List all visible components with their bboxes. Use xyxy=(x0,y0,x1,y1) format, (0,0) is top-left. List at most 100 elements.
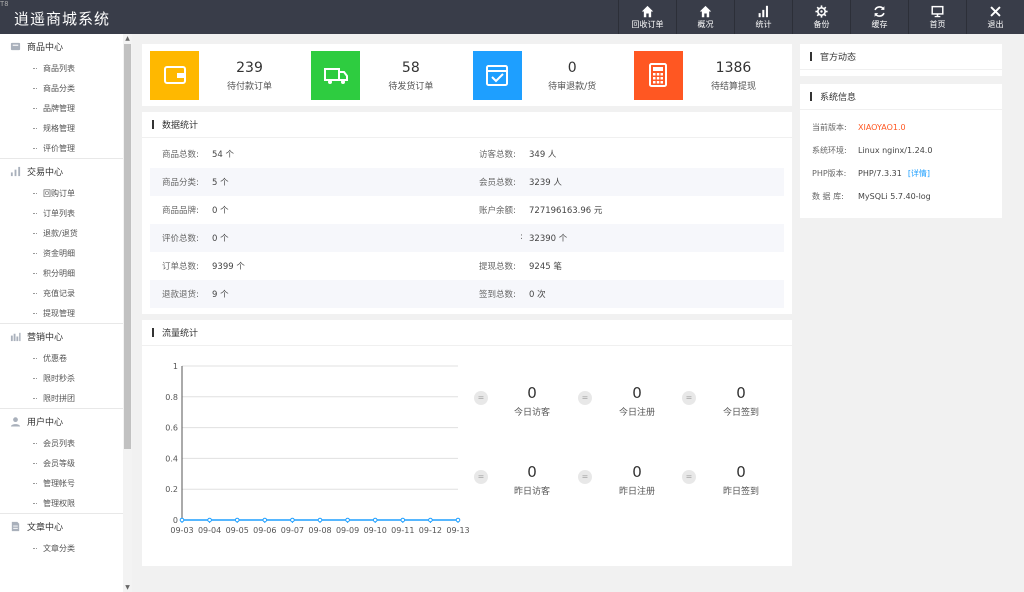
card-icon-box xyxy=(472,50,522,100)
nav-backup-button[interactable]: 备份 xyxy=(792,0,850,34)
x-tick-label: 09-13 xyxy=(446,526,469,535)
x-tick-label: 09-08 xyxy=(308,526,331,535)
x-tick-label: 09-04 xyxy=(198,526,221,535)
main-content: 239 待付款订单 58 待发货订单 0 待审退款/货 1386 待结算提现 数据统计 … xyxy=(142,44,792,566)
card-pending-refund[interactable]: 0 待审退款/货 xyxy=(472,50,623,100)
stats-row: 商品品牌: 0 个 账户余额: 727196163.96 元 xyxy=(162,206,603,216)
nav-homepage-button[interactable]: 首页 xyxy=(908,0,966,34)
sidebar-item[interactable]: 商品分类 xyxy=(0,78,123,98)
sidebar-item[interactable]: 限时秒杀 xyxy=(0,368,123,388)
user-icon xyxy=(10,416,21,427)
card-pending-payment[interactable]: 239 待付款订单 xyxy=(150,50,300,100)
scroll-down-icon[interactable]: ▼ xyxy=(124,584,131,591)
sidebar-item[interactable]: 管理权限 xyxy=(0,493,123,513)
nav-label: 备份 xyxy=(813,20,830,29)
sidebar-item[interactable]: 评价管理 xyxy=(0,138,123,158)
right-column: 官方动态 系统信息 当前版本: XIAOYAO1.0 系统环境: Linux ngi… xyxy=(800,44,1002,226)
x-tick-label: 09-11 xyxy=(391,526,414,535)
y-tick-label: 1 xyxy=(173,362,178,371)
nav-overview-button[interactable]: 概况 xyxy=(676,0,734,34)
nav-recycle-orders-button[interactable]: 回收订单 xyxy=(618,0,676,34)
card-value: 239 xyxy=(236,59,263,76)
summary-cards: 239 待付款订单 58 待发货订单 0 待审退款/货 1386 待结算提现 xyxy=(142,44,792,106)
scrollbar-thumb[interactable] xyxy=(124,44,131,449)
sidebar-item[interactable]: 管理帐号 xyxy=(0,473,123,493)
sidebar-item[interactable]: 订单列表 xyxy=(0,203,123,223)
sidebar-item[interactable]: 资金明细 xyxy=(0,243,123,263)
sidebar-item[interactable]: 规格管理 xyxy=(0,118,123,138)
card-value: 58 xyxy=(401,59,420,76)
today-checkins-stat: 0 今日签到 xyxy=(722,384,759,418)
gear-icon xyxy=(815,5,828,18)
nav-label: 回收订单 xyxy=(631,20,664,29)
sidebar-item[interactable]: 品牌管理 xyxy=(0,98,123,118)
nav-logout-button[interactable]: 退出 xyxy=(966,0,1024,34)
nav-cache-button[interactable]: 缓存 xyxy=(850,0,908,34)
monitor-icon xyxy=(931,5,944,18)
close-icon xyxy=(990,6,1001,17)
php-details-link[interactable]: [详情] xyxy=(908,168,930,179)
card-icon-box xyxy=(150,50,199,100)
bar-chart-icon xyxy=(10,166,21,176)
corner-label: T8 xyxy=(0,0,9,8)
card-pending-withdrawal[interactable]: 1386 待结算提现 xyxy=(633,50,784,100)
sidebar-item[interactable]: 商品列表 xyxy=(0,58,123,78)
document-icon xyxy=(11,521,20,531)
data-point xyxy=(207,517,212,523)
sidebar-section-title[interactable]: 交易中心 xyxy=(0,159,123,183)
data-point xyxy=(455,517,461,523)
sidebar-section-trade: 交易中心 回购订单 订单列表 退款/退货 资金明细 积分明细 充值记录 提现管理 xyxy=(0,158,123,323)
today-visitors-stat: 0 今日访客 xyxy=(513,384,550,418)
traffic-line-chart: 0 0.2 0.4 0.6 0.8 1 09-03 09-04 09-05 09-06 09-07 0… xyxy=(165,362,469,535)
home-icon xyxy=(699,5,712,18)
sidebar-item[interactable]: 退款/退货 xyxy=(0,223,123,243)
sidebar-item[interactable]: 会员等级 xyxy=(0,453,123,473)
stat-dot-icon: = xyxy=(474,391,488,405)
sidebar-item[interactable]: 限时拼团 xyxy=(0,388,123,408)
sidebar-item[interactable]: 优惠卷 xyxy=(0,348,123,368)
nav-label: 缓存 xyxy=(871,20,888,29)
stat-dot-icon: = xyxy=(682,470,696,484)
card-label: 待发货订单 xyxy=(388,81,434,92)
sidebar-scrollbar[interactable]: ▲ ▼ xyxy=(123,34,132,592)
sidebar-item[interactable]: 会员列表 xyxy=(0,433,123,453)
data-point xyxy=(372,517,378,523)
scroll-up-icon[interactable]: ▲ xyxy=(124,35,131,42)
card-value: 0 xyxy=(567,59,577,76)
nav-statistics-button[interactable]: 统计 xyxy=(734,0,792,34)
sidebar-section-title[interactable]: 文章中心 xyxy=(0,514,123,538)
nav-label: 统计 xyxy=(755,20,772,29)
sidebar-item[interactable]: 文章分类 xyxy=(0,538,123,558)
refresh-icon xyxy=(874,6,885,17)
system-info-panel: 系统信息 当前版本: XIAOYAO1.0 系统环境: Linux nginx/1.… xyxy=(800,84,1002,218)
sidebar-item[interactable]: 充值记录 xyxy=(0,283,123,303)
data-point xyxy=(234,517,240,523)
stats-row: 订单总数: 9399 个 提现总数: 9245 笔 xyxy=(162,262,562,272)
data-point xyxy=(262,517,268,523)
sidebar-section-articles: 文章中心 文章分类 xyxy=(0,513,123,558)
sidebar-section-title[interactable]: 营销中心 xyxy=(0,324,123,348)
x-tick-label: 09-12 xyxy=(419,526,442,535)
panel-title: 流量统计 xyxy=(142,320,792,346)
nav-label: 首页 xyxy=(929,20,946,29)
yesterday-registrations-stat: 0 昨日注册 xyxy=(618,463,655,497)
sidebar-section-title[interactable]: 商品中心 xyxy=(0,34,123,58)
news-panel: 官方动态 xyxy=(800,44,1002,76)
product-icon xyxy=(10,42,21,50)
stat-dot-icon: = xyxy=(578,470,592,484)
sidebar-item[interactable]: 提现管理 xyxy=(0,303,123,323)
card-label: 待审退款/货 xyxy=(548,81,597,92)
sidebar-item[interactable]: 回购订单 xyxy=(0,183,123,203)
card-pending-shipment[interactable]: 58 待发货订单 xyxy=(311,50,461,100)
stats-row: 商品总数: 54 个 访客总数: 349 人 xyxy=(162,150,557,160)
panel-title: 数据统计 xyxy=(142,112,792,138)
panel-title: 官方动态 xyxy=(800,44,1002,70)
x-tick-label: 09-07 xyxy=(281,526,304,535)
info-row: 当前版本: XIAOYAO1.0 xyxy=(812,123,906,132)
top-nav: 回收订单 概况 统计 备份 缓存 首页 退出 xyxy=(618,0,1024,34)
sidebar-item[interactable]: 积分明细 xyxy=(0,263,123,283)
traffic-body: 0 0.2 0.4 0.6 0.8 1 09-03 09-04 09-05 09-06 09-07 0… xyxy=(142,346,792,566)
sidebar-section-title[interactable]: 用户中心 xyxy=(0,409,123,433)
data-point xyxy=(428,517,433,523)
card-value: 1386 xyxy=(715,59,752,76)
